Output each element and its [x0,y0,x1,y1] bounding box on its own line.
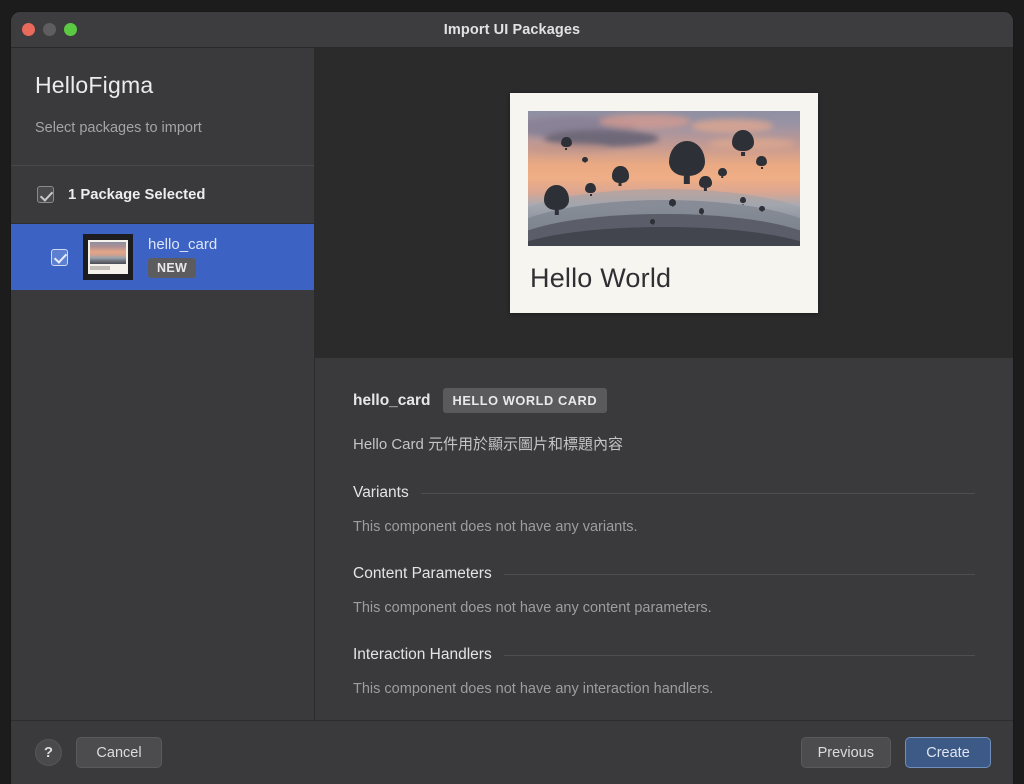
balloon [650,219,655,224]
balloon [560,136,572,148]
section-body: This component does not have any variant… [353,519,638,535]
window-title: Import UI Packages [443,21,581,38]
section-body: This component does not have any content… [353,600,712,616]
package-name: hello_card [148,236,218,253]
section-content-parameters: Content Parameters This component does n… [353,565,975,616]
card-title: Hello World [530,263,672,293]
traffic-lights [22,23,77,36]
help-icon[interactable]: ? [35,739,62,766]
balloon [669,198,677,206]
thumbnail-photo [90,242,126,264]
window-body: HelloFigma Select packages to import 1 P… [11,48,1013,720]
section-divider [503,654,975,656]
select-all-checkbox[interactable] [37,186,54,203]
main-panel: Hello World hello_card HELLO WORLD CARD … [315,48,1013,720]
balloon [612,166,629,183]
section-title: Variants [353,484,409,501]
section-header: Content Parameters [353,565,975,583]
list-item[interactable]: hello_card NEW [11,224,314,290]
window-footer: ? Cancel Previous Create [11,720,1013,784]
detail-panel: hello_card HELLO WORLD CARD Hello Card 元… [315,358,1013,720]
preview-card: Hello World [510,93,818,313]
minimize-window-icon[interactable] [43,23,56,36]
import-packages-window: Import UI Packages HelloFigma Select pac… [11,12,1013,784]
create-button[interactable]: Create [905,737,991,768]
section-divider [420,492,975,494]
section-title: Content Parameters [353,565,492,582]
package-text: hello_card NEW [148,236,217,278]
balloon [718,167,727,176]
sidebar-subtitle: Select packages to import [35,120,202,136]
component-description: Hello Card 元件用於顯示圖片和標題內容 [353,436,624,453]
section-body: This component does not have any interac… [353,681,714,697]
thumbnail-card [88,240,128,274]
balloon [699,175,712,188]
previous-button[interactable]: Previous [800,737,891,768]
close-window-icon[interactable] [22,23,35,36]
component-type-badge: HELLO WORLD CARD [442,388,608,413]
section-header: Interaction Handlers [353,646,975,664]
package-thumbnail [83,234,133,280]
section-header: Variants [353,484,975,502]
balloon [759,205,765,211]
section-variants: Variants This component does not have an… [353,484,975,535]
package-checkbox[interactable] [51,248,68,266]
detail-header: hello_card HELLO WORLD CARD [353,388,975,413]
select-all-row[interactable]: 1 Package Selected [11,166,314,224]
balloon-photo [528,111,800,246]
balloon [740,197,746,204]
balloon [669,140,705,176]
balloon [756,155,768,167]
screen: Import UI Packages HelloFigma Select pac… [0,0,1024,784]
package-list: hello_card NEW [11,224,314,720]
balloon [699,208,705,214]
maximize-window-icon[interactable] [64,23,77,36]
cancel-button[interactable]: Cancel [76,737,162,768]
thumbnail-caption [90,266,126,270]
window-titlebar: Import UI Packages [11,12,1013,48]
package-new-badge: NEW [148,258,197,278]
component-name: hello_card [353,391,431,409]
balloon [544,185,569,210]
sidebar-header: HelloFigma Select packages to import [11,48,314,166]
select-all-label: 1 Package Selected [68,186,206,203]
app-title: HelloFigma [35,72,154,98]
section-divider [503,573,975,575]
balloon [582,156,588,163]
balloon [585,182,596,194]
balloon [732,129,754,152]
sidebar: HelloFigma Select packages to import 1 P… [11,48,315,720]
section-interaction-handlers: Interaction Handlers This component does… [353,646,975,697]
section-title: Interaction Handlers [353,646,492,663]
preview-area: Hello World [315,48,1013,358]
